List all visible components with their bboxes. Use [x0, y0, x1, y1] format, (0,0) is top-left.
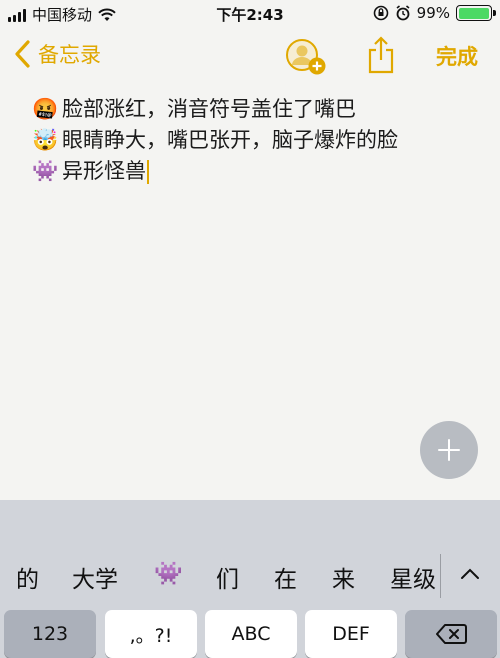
candidate-item[interactable]: 星级: [390, 560, 436, 594]
note-line: 🤯 眼睛睁大，嘴巴张开，脑子爆炸的脸: [32, 125, 482, 156]
note-line: 👾 异形怪兽: [32, 156, 482, 187]
candidate-item[interactable]: 们: [216, 560, 239, 594]
note-body[interactable]: 🤬 脸部涨红，消音符号盖住了嘴巴 🤯 眼睛睁大，嘴巴张开，脑子爆炸的脸 👾 异形…: [32, 94, 482, 187]
candidate-item[interactable]: 在: [274, 560, 297, 594]
candidate-item[interactable]: 的: [16, 560, 39, 594]
note-emoji: 🤯: [32, 128, 59, 152]
status-right: 99%: [373, 4, 496, 22]
add-contact-icon[interactable]: [284, 37, 328, 77]
battery-fill: [458, 7, 490, 19]
text-cursor: [147, 159, 149, 184]
plus-icon: [438, 439, 460, 461]
note-emoji: 🤬: [32, 97, 59, 121]
key-abc[interactable]: ABC: [205, 610, 297, 658]
battery-percent: 99%: [416, 4, 450, 22]
note-text: 脸部涨红，消音符号盖住了嘴巴: [62, 97, 356, 121]
candidate-divider: [440, 554, 441, 598]
note-emoji: 👾: [32, 159, 59, 183]
keyboard-toolbar: [0, 500, 500, 544]
delete-key[interactable]: [405, 610, 497, 658]
share-icon[interactable]: [366, 36, 396, 74]
candidate-item[interactable]: 👾: [154, 560, 183, 587]
nav-bar: 备忘录 完成: [0, 30, 500, 82]
note-line: 🤬 脸部涨红，消音符号盖住了嘴巴: [32, 94, 482, 125]
key-def[interactable]: DEF: [305, 610, 397, 658]
add-attachment-button[interactable]: [420, 421, 478, 479]
back-button[interactable]: 备忘录: [12, 39, 101, 69]
backspace-icon: [436, 624, 467, 644]
orientation-lock-icon: [373, 5, 388, 21]
candidate-item[interactable]: 大学: [72, 560, 118, 594]
note-text: 眼睛睁大，嘴巴张开，脑子爆炸的脸: [62, 128, 398, 152]
key-punctuation[interactable]: ,。?!: [105, 610, 197, 658]
back-label: 备忘录: [38, 43, 101, 67]
note-text: 异形怪兽: [62, 159, 146, 183]
battery-icon: [456, 5, 496, 21]
candidate-item[interactable]: 来: [332, 560, 355, 594]
status-bar: 中国移动 下午2:43 99%: [0, 0, 500, 30]
alarm-icon: [396, 5, 410, 21]
keyboard-key-row: 123 ,。?! ABC DEF: [0, 606, 500, 658]
candidate-bar: 的 大学 👾 们 在 来 星级: [0, 544, 500, 606]
done-button[interactable]: 完成: [436, 41, 478, 71]
chevron-up-icon[interactable]: [458, 562, 482, 586]
chevron-left-icon: [15, 40, 30, 68]
key-numbers[interactable]: 123: [4, 610, 96, 658]
